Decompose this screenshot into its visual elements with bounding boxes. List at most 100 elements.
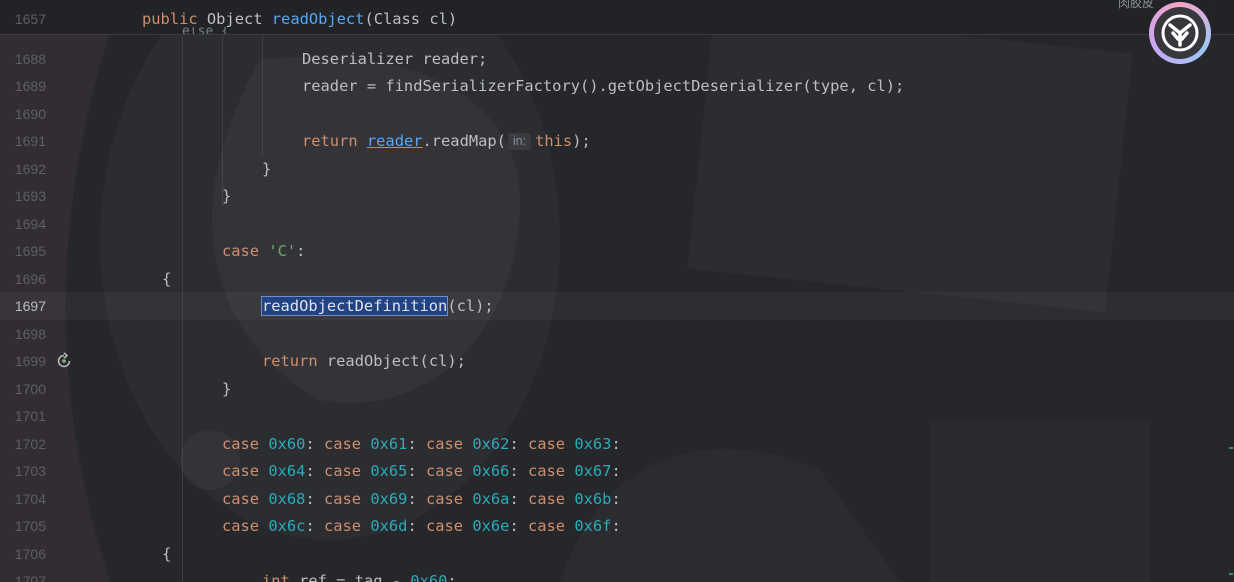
hex-literal: 0x6b bbox=[574, 490, 612, 508]
hex-literal: 0x65 bbox=[370, 462, 408, 480]
code-line[interactable]: 1694 bbox=[0, 214, 1234, 241]
colon: : bbox=[611, 462, 621, 480]
line-number: 1695 bbox=[14, 243, 46, 259]
code-line[interactable]: 1701 bbox=[0, 406, 1234, 433]
keyword: case bbox=[324, 435, 362, 453]
current-line[interactable]: 1697 readObjectDefinition(cl); bbox=[0, 292, 1234, 320]
keyword: case bbox=[324, 517, 362, 535]
keyword: case bbox=[426, 517, 464, 535]
hex-literal: 0x6d bbox=[370, 517, 408, 535]
plugin-logo-icon[interactable] bbox=[1149, 2, 1211, 64]
code-text: { bbox=[162, 545, 172, 563]
line-number: 1696 bbox=[14, 271, 46, 287]
code-text: reader = findSerializerFactory().getObje… bbox=[302, 77, 905, 95]
line-number: 1693 bbox=[14, 188, 46, 204]
code-line[interactable]: 1695 case 'C': bbox=[0, 241, 1234, 268]
selected-text[interactable]: readObjectDefinition bbox=[260, 296, 449, 316]
colon: : bbox=[305, 490, 315, 508]
line-number: 1703 bbox=[14, 463, 46, 479]
hex-literal: 0x60 bbox=[268, 435, 306, 453]
keyword: this bbox=[535, 132, 573, 150]
keyword: case bbox=[222, 517, 260, 535]
hex-literal: 0x64 bbox=[268, 462, 306, 480]
line-number: 1692 bbox=[14, 161, 46, 177]
keyword: case bbox=[528, 517, 566, 535]
plugin-logo-inner bbox=[1154, 7, 1206, 59]
code-line[interactable]: 1705 case 0x6c: case 0x6d: case 0x6e: ca… bbox=[0, 516, 1234, 543]
colon: : bbox=[305, 517, 315, 535]
code-line[interactable]: 1689 reader = findSerializerFactory().ge… bbox=[0, 76, 1234, 103]
hex-literal: 0x63 bbox=[574, 435, 612, 453]
keyword: case bbox=[222, 462, 260, 480]
line-number: 1694 bbox=[14, 216, 46, 232]
code-editor[interactable]: 1657 public Object readObject(Class cl) … bbox=[0, 0, 1234, 582]
code-expr: ref = tag - bbox=[299, 572, 411, 582]
code-line[interactable]: 1692 } bbox=[0, 159, 1234, 186]
colon: : bbox=[305, 462, 315, 480]
colon: : bbox=[407, 462, 417, 480]
keyword: case bbox=[426, 435, 464, 453]
sticky-method-header[interactable]: 1657 public Object readObject(Class cl) … bbox=[0, 0, 1234, 35]
code-text: return readObject(cl); bbox=[262, 351, 466, 371]
code-line[interactable]: 1693 } bbox=[0, 186, 1234, 213]
hex-literal: 0x6a bbox=[472, 490, 510, 508]
keyword: case bbox=[528, 435, 566, 453]
line-number: 1698 bbox=[14, 326, 46, 342]
code-line[interactable]: 1702 case 0x60: case 0x61: case 0x62: ca… bbox=[0, 434, 1234, 461]
line-number: 1705 bbox=[14, 518, 46, 534]
header-overflow-text: 肉胶皮 bbox=[1118, 0, 1155, 10]
parameter-hint: in: bbox=[507, 133, 532, 150]
line-number: 1704 bbox=[14, 491, 46, 507]
variable-reference[interactable]: reader bbox=[367, 132, 423, 150]
code-line[interactable]: 1688 Deserializer reader; bbox=[0, 49, 1234, 76]
hex-literal: 0x61 bbox=[370, 435, 408, 453]
code-text: { bbox=[162, 270, 172, 288]
keyword: case bbox=[426, 462, 464, 480]
hex-literal: 0x67 bbox=[574, 462, 612, 480]
hex-literal: 0x69 bbox=[370, 490, 408, 508]
code-line[interactable]: 1700 } bbox=[0, 379, 1234, 406]
partial-line: else { bbox=[182, 27, 229, 34]
code-line[interactable]: 1707 int ref = tag - 0x60; bbox=[0, 571, 1234, 582]
keyword: return bbox=[302, 132, 358, 150]
code-line[interactable]: 1706 { bbox=[0, 544, 1234, 571]
keyword: public bbox=[142, 10, 198, 28]
method-name: readObject bbox=[271, 10, 365, 28]
colon: : bbox=[611, 435, 621, 453]
code-punct: ); bbox=[572, 132, 591, 150]
code-punct: (cl); bbox=[447, 297, 494, 315]
code-text: } bbox=[222, 187, 232, 205]
line-number: 1701 bbox=[14, 408, 46, 424]
code-text: int ref = tag - 0x60; bbox=[262, 571, 457, 582]
scrollbar-marker[interactable] bbox=[1229, 573, 1233, 575]
colon: : bbox=[509, 462, 519, 480]
colon: : bbox=[611, 517, 621, 535]
keyword: case bbox=[324, 490, 362, 508]
code-text: return reader.readMap(in: this); bbox=[302, 131, 591, 151]
method-params: (Class cl) bbox=[364, 10, 458, 28]
code-line[interactable]: 1690 bbox=[0, 104, 1234, 131]
code-line[interactable]: 1704 case 0x68: case 0x69: case 0x6a: ca… bbox=[0, 489, 1234, 516]
sticky-signature: public Object readObject(Class cl) bbox=[142, 9, 457, 29]
code-text: readObjectDefinition(cl); bbox=[260, 296, 494, 316]
colon: : bbox=[407, 517, 417, 535]
line-number: 1702 bbox=[14, 436, 46, 452]
code-line[interactable]: 1703 case 0x64: case 0x65: case 0x66: ca… bbox=[0, 461, 1234, 488]
code-punct: ; bbox=[447, 572, 457, 582]
line-number: 1689 bbox=[14, 78, 46, 94]
char-literal: 'C' bbox=[268, 242, 297, 260]
logo-glyph-icon bbox=[1161, 14, 1199, 52]
scrollbar-marker[interactable] bbox=[1229, 447, 1233, 449]
keyword: case bbox=[222, 242, 260, 260]
colon: : bbox=[407, 490, 417, 508]
recursive-call-icon[interactable] bbox=[55, 352, 73, 370]
keyword: case bbox=[222, 435, 260, 453]
method-call: .readMap( bbox=[422, 132, 506, 150]
colon: : bbox=[305, 435, 315, 453]
code-punct: : bbox=[296, 242, 306, 260]
keyword: case bbox=[528, 462, 566, 480]
code-line[interactable]: 1698 bbox=[0, 324, 1234, 351]
code-line[interactable]: 1691 return reader.readMap(in: this); bbox=[0, 131, 1234, 158]
code-text: case 'C': bbox=[222, 241, 305, 261]
code-line[interactable]: 1699 return readObject(cl); bbox=[0, 351, 1234, 378]
